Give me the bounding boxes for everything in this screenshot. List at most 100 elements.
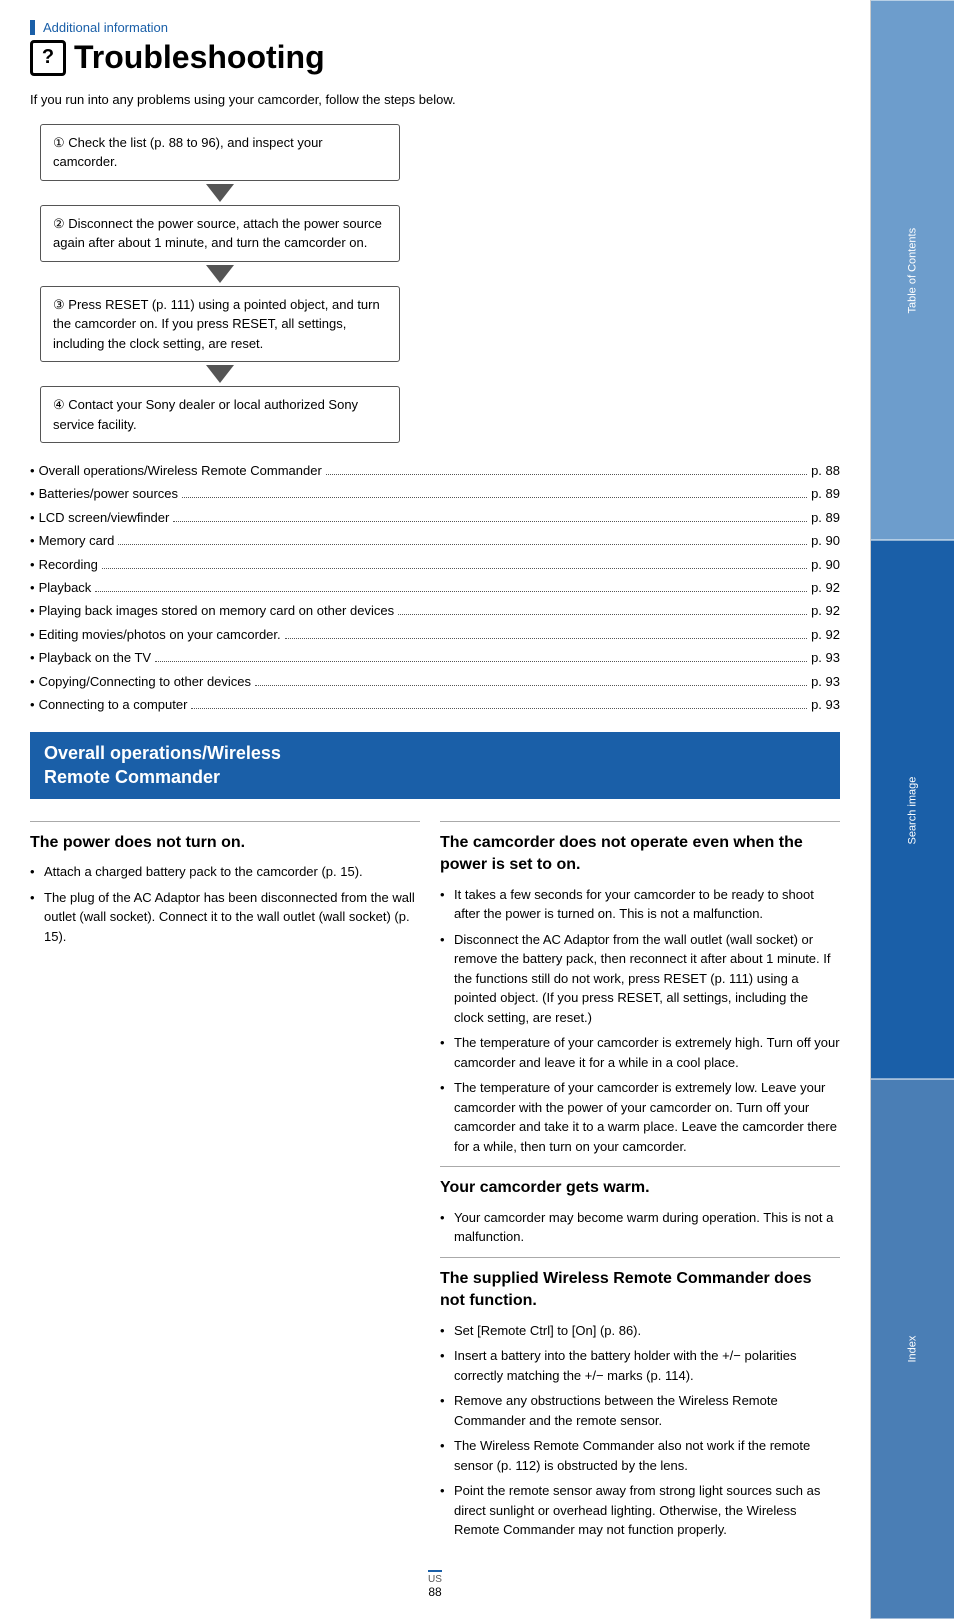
divider-4 (440, 1257, 840, 1258)
bullet-list-wireless: Set [Remote Ctrl] to [On] (p. 86). Inser… (440, 1321, 840, 1540)
toc-dots (102, 568, 807, 569)
toc-item: Overall operations/Wireless Remote Comma… (30, 459, 840, 482)
step-box-1: ① Check the list (p. 88 to 96), and insp… (40, 124, 400, 181)
right-column: The camcorder does not operate even when… (440, 811, 840, 1549)
sidebar-tab-index-label: Index (907, 1336, 919, 1363)
bullet-item: The temperature of your camcorder is ext… (440, 1033, 840, 1072)
toc-label: Recording (39, 553, 98, 576)
step-num-4: ④ (53, 397, 65, 412)
divider-2 (440, 821, 840, 822)
sidebar-tab-toc[interactable]: Table of Contents (871, 0, 954, 540)
toc-label: Memory card (39, 529, 115, 552)
toc-item: Memory card p. 90 (30, 529, 840, 552)
toc-label: Playback (39, 576, 92, 599)
steps-container: ① Check the list (p. 88 to 96), and insp… (30, 124, 410, 444)
bullet-item: Set [Remote Ctrl] to [On] (p. 86). (440, 1321, 840, 1341)
toc-dots (191, 708, 807, 709)
bullet-item: Your camcorder may become warm during op… (440, 1208, 840, 1247)
toc-dots (95, 591, 807, 592)
toc-label: Copying/Connecting to other devices (39, 670, 251, 693)
toc-item: Copying/Connecting to other devices p. 9… (30, 670, 840, 693)
toc-label: Connecting to a computer (39, 693, 188, 716)
toc-dots (173, 521, 807, 522)
toc-item: Recording p. 90 (30, 553, 840, 576)
arrow-2 (206, 265, 234, 283)
toc-item: Connecting to a computer p. 93 (30, 693, 840, 716)
sidebar-tab-index[interactable]: Index (871, 1079, 954, 1619)
toc-page: p. 88 (811, 459, 840, 482)
divider-1 (30, 821, 420, 822)
bullet-list-power: Attach a charged battery pack to the cam… (30, 862, 420, 946)
step-box-2: ② Disconnect the power source, attach th… (40, 205, 400, 262)
toc-page: p. 89 (811, 506, 840, 529)
toc-label: Editing movies/photos on your camcorder. (39, 623, 281, 646)
bullet-item: Attach a charged battery pack to the cam… (30, 862, 420, 882)
two-col-layout: The power does not turn on. Attach a cha… (30, 811, 840, 1549)
toc-label: Playback on the TV (39, 646, 152, 669)
subsection-title-wireless: The supplied Wireless Remote Commander d… (440, 1268, 840, 1313)
sidebar-tab-toc-label: Table of Contents (907, 227, 919, 313)
bullet-list-warm: Your camcorder may become warm during op… (440, 1208, 840, 1247)
subsection-title-power: The power does not turn on. (30, 832, 420, 854)
toc-item: Editing movies/photos on your camcorder.… (30, 623, 840, 646)
sidebar-tab-search-label: Search image (907, 776, 919, 844)
arrow-1 (206, 184, 234, 202)
bullet-item: The temperature of your camcorder is ext… (440, 1078, 840, 1156)
toc-label: Overall operations/Wireless Remote Comma… (39, 459, 322, 482)
toc-page: p. 93 (811, 693, 840, 716)
bullet-item: Remove any obstructions between the Wire… (440, 1391, 840, 1430)
page-number-box: US 88 (428, 1570, 442, 1599)
main-content: Additional information ? Troubleshooting… (0, 0, 870, 1619)
right-sidebar: Table of Contents Search image Index (870, 0, 954, 1619)
toc-page: p. 90 (811, 529, 840, 552)
toc-dots (255, 685, 807, 686)
bullet-item: Disconnect the AC Adaptor from the wall … (440, 930, 840, 1028)
title-text: Troubleshooting (74, 39, 325, 76)
subsection-title-not-operate: The camcorder does not operate even when… (440, 832, 840, 877)
bullet-item: Insert a battery into the battery holder… (440, 1346, 840, 1385)
toc-item: Playback p. 92 (30, 576, 840, 599)
toc-page: p. 93 (811, 670, 840, 693)
step-num-3: ③ (53, 297, 65, 312)
step-num-2: ② (53, 216, 65, 231)
toc-label: LCD screen/viewfinder (39, 506, 170, 529)
toc-dots (285, 638, 807, 639)
left-column: The power does not turn on. Attach a cha… (30, 811, 420, 1549)
toc-list: Overall operations/Wireless Remote Comma… (30, 459, 840, 716)
toc-label: Playing back images stored on memory car… (39, 599, 395, 622)
bullet-item: It takes a few seconds for your camcorde… (440, 885, 840, 924)
toc-page: p. 92 (811, 599, 840, 622)
step-box-4: ④ Contact your Sony dealer or local auth… (40, 386, 400, 443)
toc-page: p. 92 (811, 623, 840, 646)
page-footer: US 88 (30, 1570, 840, 1599)
toc-dots (326, 474, 807, 475)
toc-dots (398, 614, 807, 615)
step-num-1: ① (53, 135, 65, 150)
bullet-item: The plug of the AC Adaptor has been disc… (30, 888, 420, 947)
bullet-item: The Wireless Remote Commander also not w… (440, 1436, 840, 1475)
toc-item: Playing back images stored on memory car… (30, 599, 840, 622)
toc-item: Batteries/power sources p. 89 (30, 482, 840, 505)
country-code: US (428, 1574, 442, 1585)
toc-page: p. 92 (811, 576, 840, 599)
sidebar-tab-search[interactable]: Search image (871, 540, 954, 1080)
section-header-box: Overall operations/WirelessRemote Comman… (30, 732, 840, 799)
step-box-3: ③ Press RESET (p. 111) using a pointed o… (40, 286, 400, 363)
toc-dots (118, 544, 807, 545)
arrow-3 (206, 365, 234, 383)
toc-page: p. 89 (811, 482, 840, 505)
toc-page: p. 93 (811, 646, 840, 669)
divider-3 (440, 1166, 840, 1167)
toc-dots (182, 497, 807, 498)
subsection-title-warm: Your camcorder gets warm. (440, 1177, 840, 1199)
intro-text: If you run into any problems using your … (30, 90, 840, 110)
additional-info-label: Additional information (30, 20, 840, 35)
toc-page: p. 90 (811, 553, 840, 576)
toc-item: Playback on the TV p. 93 (30, 646, 840, 669)
title-icon: ? (30, 40, 66, 76)
toc-dots (155, 661, 807, 662)
page-title: ? Troubleshooting (30, 39, 840, 76)
toc-label: Batteries/power sources (39, 482, 178, 505)
bullet-list-not-operate: It takes a few seconds for your camcorde… (440, 885, 840, 1157)
bullet-item: Point the remote sensor away from strong… (440, 1481, 840, 1540)
